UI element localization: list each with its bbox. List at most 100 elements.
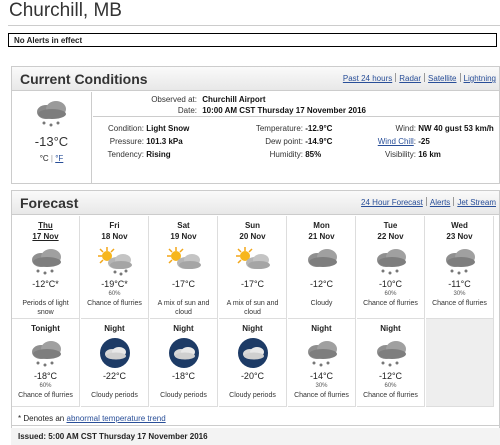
forecast-date: 21 Nov bbox=[308, 232, 335, 241]
forecast-temperature: -12°C* bbox=[32, 279, 59, 289]
past-24-hours-link[interactable]: Past 24 hours bbox=[343, 74, 392, 83]
forecast-period-name: Night bbox=[242, 324, 263, 333]
forecast-night-cell: Night -14°C 30% Chance of flurries bbox=[288, 319, 356, 407]
humidity-value: 85% bbox=[305, 150, 322, 159]
fahrenheit-link[interactable]: °F bbox=[55, 154, 63, 163]
wind-chill-link[interactable]: Wind Chill bbox=[378, 137, 414, 146]
forecast-pop: 30% bbox=[315, 383, 328, 389]
celsius-unit[interactable]: °C bbox=[40, 154, 49, 163]
visibility-label: Visibility: bbox=[385, 150, 416, 159]
snow-cloud-icon bbox=[440, 245, 480, 277]
forecast-date[interactable]: 17 Nov bbox=[12, 231, 79, 242]
panel-header: Forecast 24 Hour Forecast Alerts Jet Strea… bbox=[12, 191, 499, 215]
tendency-row: Tendency: Rising bbox=[98, 150, 171, 159]
temperature-value: -12.9°C bbox=[305, 124, 333, 133]
forecast-temperature: -22°C bbox=[102, 371, 127, 381]
radar-link[interactable]: Radar bbox=[399, 74, 421, 83]
night-cloud-icon bbox=[95, 337, 135, 369]
humidity-row: Humidity: 85% bbox=[237, 150, 322, 159]
footnote-text: * Denotes an bbox=[18, 414, 65, 423]
observed-label: Observed at: bbox=[151, 95, 197, 104]
temperature-label: Temperature: bbox=[255, 124, 303, 133]
observation-header: Observed at: Churchill Airport Date: 10:… bbox=[93, 92, 499, 117]
forecast-pop: 60% bbox=[384, 383, 397, 389]
forecast-night-cell: Tonight -18°C 60% Chance of flurries bbox=[12, 319, 80, 407]
abnormal-trend-link[interactable]: abnormal temperature trend bbox=[67, 414, 166, 423]
forecast-title: Forecast bbox=[20, 195, 79, 211]
forecast-pop: 60% bbox=[39, 383, 52, 389]
forecast-period-name: Fri bbox=[109, 221, 120, 230]
forecast-description: A mix of sun and cloud bbox=[226, 300, 279, 316]
observed-value: Churchill Airport bbox=[202, 95, 266, 104]
forecast-period-name: Tue bbox=[383, 221, 398, 230]
humidity-label: Humidity: bbox=[269, 150, 303, 159]
forecast-pop: 60% bbox=[108, 291, 121, 297]
forecast-temperature: -12°C bbox=[309, 279, 334, 289]
location-title: Churchill, MB bbox=[9, 0, 122, 21]
snow-cloud-icon bbox=[26, 245, 66, 277]
forecast-date: 19 Nov bbox=[170, 232, 197, 241]
forecast-description: Chance of flurries bbox=[432, 300, 487, 307]
alerts-banner: No Alerts in effect bbox=[8, 33, 497, 47]
forecast-description: Cloudy bbox=[310, 300, 333, 307]
snow-cloud-icon bbox=[26, 337, 66, 369]
24-hour-forecast-link[interactable]: 24 Hour Forecast bbox=[361, 198, 423, 207]
divider bbox=[8, 25, 500, 26]
forecast-period-name[interactable]: Thu bbox=[12, 216, 79, 231]
forecast-period-name: Sat bbox=[177, 221, 190, 230]
visibility-row: Visibility: 16 km bbox=[370, 150, 441, 159]
tendency-label: Tendency: bbox=[107, 150, 144, 159]
night-cloud-icon bbox=[164, 337, 204, 369]
windchill-row: Wind Chill: -25 bbox=[370, 137, 430, 146]
wind-row: Wind: NW 40 gust 53 km/h bbox=[370, 124, 494, 133]
satellite-link[interactable]: Satellite bbox=[428, 74, 456, 83]
forecast-pop: 60% bbox=[384, 291, 397, 297]
tendency-value: Rising bbox=[146, 150, 171, 159]
forecast-date: 22 Nov bbox=[377, 232, 404, 241]
forecast-temperature: -12°C bbox=[378, 371, 403, 381]
condition-row: Condition: Light Snow bbox=[98, 124, 189, 133]
sun-cloud-icon bbox=[164, 245, 204, 277]
unit-toggle: °C | °F bbox=[39, 154, 64, 163]
footnote: * Denotes an abnormal temperature trend bbox=[11, 410, 500, 426]
forecast-pop bbox=[150, 382, 217, 390]
dewpoint-label: Dew point: bbox=[265, 137, 303, 146]
sun-snow-icon bbox=[95, 245, 135, 277]
forecast-temperature: -18°C bbox=[171, 371, 196, 381]
forecast-pop bbox=[219, 382, 286, 390]
forecast-temperature: -19°C* bbox=[101, 279, 128, 289]
sun-cloud-icon bbox=[233, 245, 273, 277]
night-cloud-icon bbox=[233, 337, 273, 369]
pressure-label: Pressure: bbox=[109, 137, 144, 146]
windchill-value: -25 bbox=[418, 137, 430, 146]
forecast-temperature: -14°C bbox=[309, 371, 334, 381]
wind-label: Wind: bbox=[395, 124, 416, 133]
snow-cloud-icon bbox=[37, 101, 66, 127]
forecast-date: 20 Nov bbox=[239, 232, 266, 241]
forecast-period-name: Night bbox=[104, 324, 125, 333]
forecast-temperature: -17°C bbox=[240, 279, 265, 289]
current-conditions-title: Current Conditions bbox=[20, 71, 148, 87]
forecast-period-name: Night bbox=[173, 324, 194, 333]
condition-value: Light Snow bbox=[146, 124, 190, 133]
forecast-period-name: Night bbox=[311, 324, 332, 333]
forecast-description: Chance of flurries bbox=[363, 392, 418, 399]
panel-header: Current Conditions Past 24 hours Radar Sat… bbox=[12, 67, 499, 91]
dewpoint-row: Dew point: -14.9°C bbox=[237, 137, 332, 146]
forecast-period-name: Mon bbox=[313, 221, 330, 230]
alerts-link[interactable]: Alerts bbox=[430, 198, 450, 207]
forecast-temperature: -17°C bbox=[171, 279, 196, 289]
pressure-row: Pressure: 101.3 kPa bbox=[98, 137, 183, 146]
forecast-temperature: -10°C bbox=[378, 279, 403, 289]
jet-stream-link[interactable]: Jet Stream bbox=[457, 198, 496, 207]
current-summary: -13°C °C | °F bbox=[12, 92, 92, 184]
forecast-period-name: Night bbox=[380, 324, 401, 333]
forecast-day-cell: Thu 17 Nov -12°C* Periods of light snow bbox=[12, 216, 80, 319]
forecast-day-cell: Fri 18 Nov -19°C* 60% Chance of flurries bbox=[81, 216, 149, 319]
lightning-link[interactable]: Lightning bbox=[464, 74, 496, 83]
date-label: Date: bbox=[177, 106, 197, 115]
snow-cloud-icon bbox=[371, 245, 411, 277]
forecast-description: A mix of sun and cloud bbox=[157, 300, 210, 316]
forecast-pop bbox=[150, 290, 217, 298]
forecast-description: Cloudy periods bbox=[160, 392, 207, 399]
